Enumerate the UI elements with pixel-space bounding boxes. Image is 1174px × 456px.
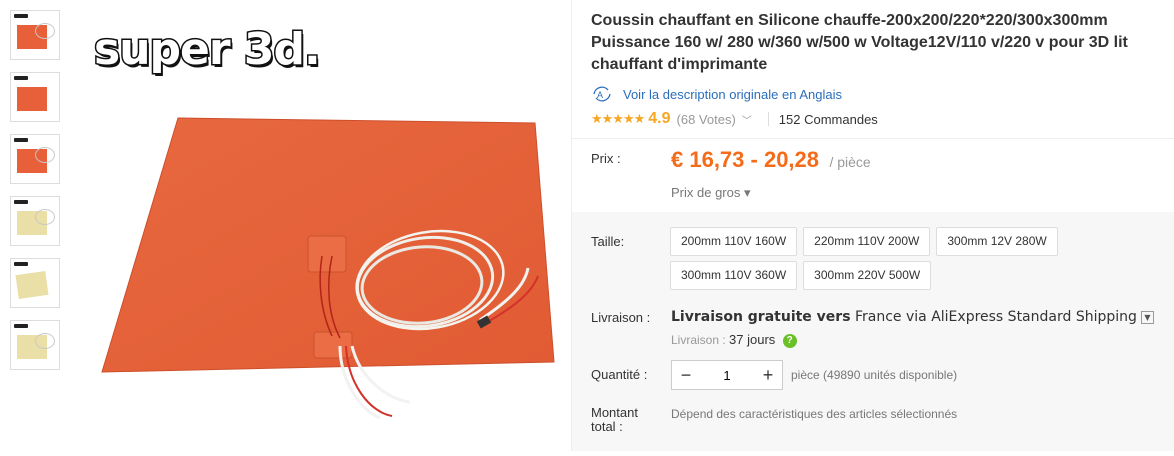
free-shipping-text: Livraison gratuite vers xyxy=(671,309,851,325)
price-section: Prix : € 16,73 - 20,28 / pièce Prix de g… xyxy=(591,147,871,200)
delivery-days: 37 jours xyxy=(729,332,776,347)
chevron-down-icon[interactable]: ▼ xyxy=(1140,310,1154,324)
wholesale-price-dropdown[interactable]: Prix de gros ▾ xyxy=(671,185,751,201)
divider xyxy=(767,112,769,126)
price-unit: / pièce xyxy=(829,154,871,170)
help-icon[interactable]: ? xyxy=(782,333,797,348)
price-display: € 16,73 - 20,28 / pièce xyxy=(671,147,871,173)
votes-count[interactable]: (68 Votes) xyxy=(677,112,736,127)
product-info: Coussin chauffant en Silicone chauffe-20… xyxy=(591,10,1171,128)
thumbnail-6[interactable] xyxy=(10,320,60,370)
total-value: Dépend des caractéristiques des articles… xyxy=(671,407,958,421)
price-value: € 16,73 - 20,28 xyxy=(671,147,820,172)
divider xyxy=(572,138,1174,139)
total-label: Montant total : xyxy=(591,406,638,434)
size-options: 200mm 110V 160W 220mm 110V 200W 300mm 12V … xyxy=(670,227,1150,295)
size-option[interactable]: 200mm 110V 160W xyxy=(670,227,798,256)
stock-availability: pièce (49890 unités disponible) xyxy=(791,368,958,382)
size-option[interactable]: 300mm 220V 500W xyxy=(803,261,932,290)
rating-row: ★★★★★ 4.9 (68 Votes) ﹀ 152 Commandes xyxy=(591,110,1171,128)
thumbnail-1[interactable] xyxy=(10,10,60,60)
size-option[interactable]: 300mm 110V 360W xyxy=(670,261,798,290)
delivery-estimate: Livraison : 37 jours ? xyxy=(671,332,797,348)
total-label-line-1: Montant xyxy=(591,405,638,420)
brand-logo: super 3d. xyxy=(93,23,323,77)
size-label: Taille: xyxy=(591,234,625,249)
shipping-method[interactable]: Livraison gratuite vers France via AliEx… xyxy=(671,309,1154,325)
price-label: Prix : xyxy=(591,151,621,166)
quantity-input[interactable] xyxy=(700,366,754,384)
translate-link[interactable]: A Voir la description originale en Angla… xyxy=(591,86,1171,102)
shipping-label: Livraison : xyxy=(591,310,651,325)
thumbnail-5[interactable] xyxy=(10,258,60,308)
rating-stars-icon: ★★★★★ xyxy=(591,111,645,126)
size-option[interactable]: 300mm 12V 280W xyxy=(936,227,1058,256)
quantity-label: Quantité : xyxy=(591,367,648,382)
thumbnail-4[interactable] xyxy=(10,196,60,246)
thumbnail-2[interactable] xyxy=(10,72,60,122)
rating-value: 4.9 xyxy=(648,110,671,127)
options-panel: Taille: 200mm 110V 160W 220mm 110V 200W 30… xyxy=(572,212,1174,451)
main-product-image[interactable]: super 3d. xyxy=(70,0,568,451)
shipping-destination: France via AliExpress Standard Shipping xyxy=(850,309,1137,325)
orders-count: 152 Commandes xyxy=(778,111,878,127)
total-label-line-2: total : xyxy=(591,419,623,434)
translate-icon: A xyxy=(593,86,611,102)
increase-quantity-button[interactable]: + xyxy=(754,361,782,389)
product-title: Coussin chauffant en Silicone chauffe-20… xyxy=(591,12,1128,73)
thumbnail-3[interactable] xyxy=(10,134,60,184)
svg-text:A: A xyxy=(597,90,603,100)
quantity-stepper: − + xyxy=(671,360,783,390)
translate-link-label[interactable]: Voir la description originale en Anglais xyxy=(623,87,842,102)
size-option[interactable]: 220mm 110V 200W xyxy=(803,227,931,256)
chevron-down-icon[interactable]: ﹀ xyxy=(742,112,752,127)
decrease-quantity-button[interactable]: − xyxy=(672,361,700,389)
thumbnail-list xyxy=(10,10,62,382)
delivery-label: Livraison : xyxy=(671,333,726,347)
